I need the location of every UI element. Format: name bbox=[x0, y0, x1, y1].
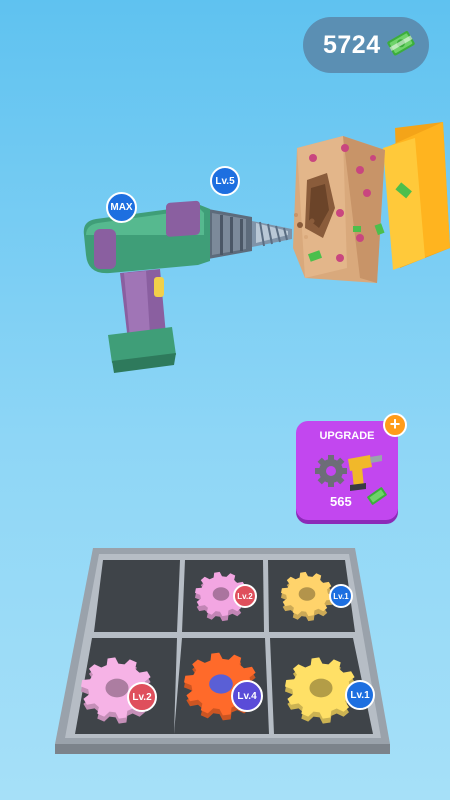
game-scene: 5724 MAX Lv.5 UPGRADE 565 + Lv.2 Lv.1 Lv… bbox=[0, 0, 450, 800]
upgrade-button[interactable]: UPGRADE 565 bbox=[296, 421, 398, 520]
drill-max-badge: MAX bbox=[106, 192, 137, 223]
drill-bit-level-badge: Lv.5 bbox=[210, 166, 240, 196]
tray-slots bbox=[75, 560, 373, 734]
gear-level-badge: Lv.1 bbox=[329, 584, 353, 608]
gear-level-badge: Lv.1 bbox=[345, 680, 375, 710]
tray-slot[interactable] bbox=[94, 560, 180, 632]
gear-level-badge: Lv.2 bbox=[233, 584, 257, 608]
currency-display: 5724 bbox=[303, 17, 429, 73]
upgrade-plus-icon[interactable]: + bbox=[383, 413, 407, 437]
currency-amount: 5724 bbox=[323, 30, 381, 59]
cash-icon bbox=[367, 487, 387, 505]
cash-icon bbox=[386, 31, 415, 56]
drill-tool bbox=[83, 200, 315, 373]
upgrade-label: UPGRADE bbox=[319, 430, 375, 442]
gear-level-badge: Lv.2 bbox=[127, 682, 157, 712]
merge-tray: Lv.2 Lv.1 Lv.2 Lv.4 Lv.1 bbox=[55, 548, 390, 754]
upgrade-cost: 565 bbox=[330, 494, 352, 509]
gear-level-badge: Lv.4 bbox=[231, 680, 263, 712]
